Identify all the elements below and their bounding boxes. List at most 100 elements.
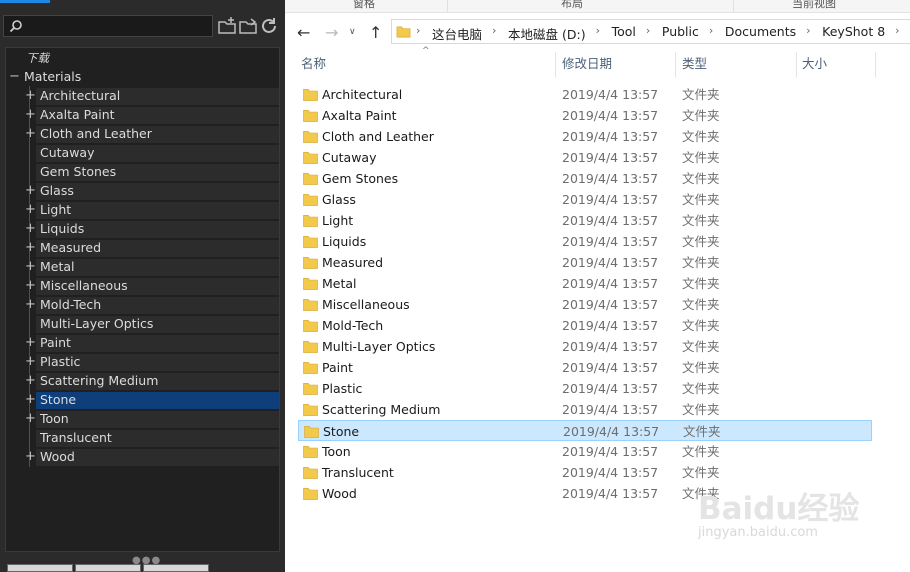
column-header-date[interactable]: 修改日期: [562, 53, 612, 79]
ribbon-current-view-group[interactable]: 当前视图: [792, 0, 836, 11]
breadcrumb-segment[interactable]: 这台电脑: [432, 24, 482, 43]
breadcrumb-segment[interactable]: Documents: [725, 24, 796, 39]
expand-icon[interactable]: +: [25, 410, 36, 428]
expand-icon[interactable]: +: [25, 353, 36, 371]
folder-row[interactable]: Translucent 2019/4/4 13:57 文件夹: [298, 462, 872, 483]
collapse-icon[interactable]: −: [9, 68, 20, 86]
material-thumbnails: [5, 564, 280, 572]
library-tree-item[interactable]: + Axalta Paint: [6, 105, 279, 125]
expand-icon[interactable]: +: [25, 258, 36, 276]
expand-icon[interactable]: +: [25, 372, 36, 390]
folder-import-icon[interactable]: [238, 16, 258, 36]
breadcrumb-separator-icon[interactable]: ›: [492, 24, 496, 37]
folder-row[interactable]: Axalta Paint 2019/4/4 13:57 文件夹: [298, 105, 872, 126]
folder-row[interactable]: Scattering Medium 2019/4/4 13:57 文件夹: [298, 399, 872, 420]
breadcrumb-separator-icon[interactable]: ›: [806, 24, 810, 37]
folder-modified-date: 2019/4/4 13:57: [562, 486, 659, 501]
material-thumbnail[interactable]: [143, 564, 209, 572]
library-tree-item[interactable]: + Stone: [6, 390, 279, 410]
folder-icon: [303, 383, 318, 395]
column-header-type[interactable]: 类型: [682, 53, 707, 79]
breadcrumb-segment[interactable]: 本地磁盘 (D:): [508, 24, 586, 43]
library-tree-item[interactable]: + Paint: [6, 333, 279, 353]
folder-modified-date: 2019/4/4 13:57: [562, 108, 659, 123]
ribbon-pane-group[interactable]: 窗格: [353, 0, 375, 11]
breadcrumb-separator-icon[interactable]: ›: [646, 24, 650, 37]
library-tree-item[interactable]: + Glass: [6, 181, 279, 201]
expand-icon[interactable]: +: [25, 296, 36, 314]
recent-locations-chevron-icon[interactable]: ∨: [349, 27, 356, 37]
breadcrumb-separator-icon[interactable]: ›: [709, 24, 713, 37]
library-tree-item[interactable]: + Wood: [6, 447, 279, 467]
folder-row[interactable]: Liquids 2019/4/4 13:57 文件夹: [298, 231, 872, 252]
library-root-item[interactable]: − Materials: [6, 68, 279, 86]
material-thumbnail[interactable]: [7, 564, 73, 572]
expand-icon[interactable]: +: [25, 87, 36, 105]
expand-icon[interactable]: +: [25, 201, 36, 219]
folder-row[interactable]: Stone 2019/4/4 13:57 文件夹: [298, 420, 872, 441]
expand-icon[interactable]: +: [25, 220, 36, 238]
breadcrumb-segment[interactable]: Public: [662, 24, 699, 39]
library-tree-item[interactable]: + Liquids: [6, 219, 279, 239]
library-tree-item[interactable]: Multi-Layer Optics: [6, 314, 279, 334]
breadcrumb-separator-icon[interactable]: ›: [596, 24, 600, 37]
library-search-input[interactable]: [3, 15, 213, 37]
add-folder-icon[interactable]: [217, 16, 237, 36]
column-header-size[interactable]: 大小: [802, 53, 827, 79]
library-item-label: Metal: [40, 259, 75, 274]
expand-icon[interactable]: +: [25, 182, 36, 200]
library-tree-item[interactable]: + Architectural: [6, 86, 279, 106]
library-tree-item[interactable]: + Mold-Tech: [6, 295, 279, 315]
folder-row[interactable]: Cutaway 2019/4/4 13:57 文件夹: [298, 147, 872, 168]
library-tree-item[interactable]: + Light: [6, 200, 279, 220]
expand-icon[interactable]: +: [25, 448, 36, 466]
folder-row[interactable]: Glass 2019/4/4 13:57 文件夹: [298, 189, 872, 210]
folder-row[interactable]: Paint 2019/4/4 13:57 文件夹: [298, 357, 872, 378]
folder-row[interactable]: Toon 2019/4/4 13:57 文件夹: [298, 441, 872, 462]
library-tree-item[interactable]: + Measured: [6, 238, 279, 258]
folder-row[interactable]: Mold-Tech 2019/4/4 13:57 文件夹: [298, 315, 872, 336]
folder-row[interactable]: Measured 2019/4/4 13:57 文件夹: [298, 252, 872, 273]
folder-row[interactable]: Metal 2019/4/4 13:57 文件夹: [298, 273, 872, 294]
column-header-name[interactable]: 名称: [301, 53, 326, 79]
forward-arrow-icon[interactable]: →: [325, 23, 338, 42]
folder-row[interactable]: Light 2019/4/4 13:57 文件夹: [298, 210, 872, 231]
expand-icon[interactable]: +: [25, 277, 36, 295]
folder-icon: [303, 194, 318, 206]
folder-type: 文件夹: [682, 171, 720, 186]
folder-row[interactable]: Multi-Layer Optics 2019/4/4 13:57 文件夹: [298, 336, 872, 357]
library-downloads-item[interactable]: 下载: [6, 49, 279, 67]
breadcrumb-separator-icon[interactable]: ›: [416, 24, 420, 37]
material-thumbnail[interactable]: [75, 564, 141, 572]
expand-icon[interactable]: +: [25, 106, 36, 124]
library-tree-item[interactable]: Cutaway: [6, 143, 279, 163]
library-tree-item[interactable]: Translucent: [6, 428, 279, 448]
folder-row[interactable]: Architectural 2019/4/4 13:57 文件夹: [298, 84, 872, 105]
folder-row[interactable]: Cloth and Leather 2019/4/4 13:57 文件夹: [298, 126, 872, 147]
folder-icon: [396, 26, 411, 38]
library-tree-item[interactable]: + Miscellaneous: [6, 276, 279, 296]
expand-icon[interactable]: +: [25, 334, 36, 352]
breadcrumb-segment[interactable]: Tool: [612, 24, 636, 39]
up-arrow-icon[interactable]: ↑: [369, 23, 382, 42]
back-arrow-icon[interactable]: ←: [297, 23, 310, 42]
folder-row[interactable]: Miscellaneous 2019/4/4 13:57 文件夹: [298, 294, 872, 315]
library-tree-item[interactable]: + Scattering Medium: [6, 371, 279, 391]
ribbon-layout-group[interactable]: 布局: [561, 0, 583, 11]
library-tree-item[interactable]: + Metal: [6, 257, 279, 277]
folder-row[interactable]: Plastic 2019/4/4 13:57 文件夹: [298, 378, 872, 399]
library-tree-item[interactable]: + Cloth and Leather: [6, 124, 279, 144]
expand-icon[interactable]: +: [25, 239, 36, 257]
library-tree-item[interactable]: Gem Stones: [6, 162, 279, 182]
library-tree-item[interactable]: + Toon: [6, 409, 279, 429]
folder-row[interactable]: Gem Stones 2019/4/4 13:57 文件夹: [298, 168, 872, 189]
address-bar[interactable]: › 这台电脑 › 本地磁盘 (D:) › Tool › Public › Documents › Ke…: [391, 19, 910, 44]
active-tab-indicator: [0, 0, 50, 3]
breadcrumb-segment[interactable]: KeyShot 8: [822, 24, 885, 39]
library-tree-item[interactable]: + Plastic: [6, 352, 279, 372]
refresh-icon[interactable]: [259, 16, 279, 36]
folder-name: Gem Stones: [322, 171, 399, 186]
breadcrumb-separator-icon[interactable]: ›: [895, 24, 899, 37]
expand-icon[interactable]: +: [25, 391, 36, 409]
expand-icon[interactable]: +: [25, 125, 36, 143]
